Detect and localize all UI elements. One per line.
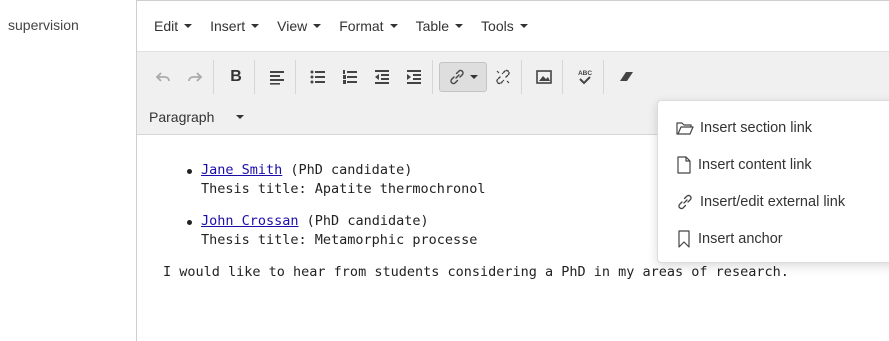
student-link[interactable]: Jane Smith — [201, 162, 282, 178]
menu-item-insert-section-link[interactable]: Insert section link — [658, 109, 889, 146]
thesis-title: Thesis title: Apatite thermochronol — [201, 181, 486, 197]
outdent-icon — [375, 70, 389, 84]
menu-format[interactable]: Format — [330, 11, 406, 41]
align-group — [259, 60, 296, 94]
menu-item-insert-external-link[interactable]: Insert/edit external link — [658, 183, 889, 220]
chevron-down-icon — [470, 75, 478, 79]
chevron-down-icon — [389, 24, 398, 28]
menu-view[interactable]: View — [268, 11, 330, 41]
menu-item-label: Insert content link — [698, 156, 812, 173]
image-button[interactable] — [528, 62, 560, 92]
indent-button[interactable] — [398, 62, 430, 92]
image-icon — [536, 70, 552, 84]
thesis-title: Thesis title: Metamorphic processe — [201, 232, 478, 248]
menu-bar: Edit Insert View Format Table Tools — [137, 1, 889, 51]
menu-edit-label: Edit — [154, 18, 179, 34]
menu-table-label: Table — [415, 18, 450, 34]
unlink-button[interactable] — [487, 62, 519, 92]
rich-text-editor: Edit Insert View Format Table Tools B AB… — [136, 0, 889, 341]
media-group — [526, 60, 563, 94]
menu-item-insert-anchor[interactable]: Insert anchor — [658, 220, 889, 257]
bold-group: B — [218, 60, 255, 94]
menu-edit[interactable]: Edit — [145, 11, 201, 41]
document-icon — [677, 155, 691, 174]
chevron-down-icon — [236, 115, 245, 119]
clear-format-group — [608, 60, 644, 94]
list-group — [300, 60, 433, 94]
link-group — [437, 60, 522, 94]
folder-icon — [676, 121, 694, 135]
menu-tools-label: Tools — [481, 18, 514, 34]
spellcheck-icon: ABC — [578, 70, 592, 85]
menu-item-label: Insert anchor — [698, 230, 783, 247]
redo-button[interactable] — [179, 62, 211, 92]
bullet-list-icon — [310, 70, 325, 84]
align-left-icon — [270, 71, 284, 85]
bookmark-icon — [678, 229, 690, 248]
chevron-down-icon — [519, 24, 528, 28]
chevron-down-icon — [313, 24, 322, 28]
undo-button[interactable] — [147, 62, 179, 92]
unlink-icon — [496, 69, 510, 85]
clear-format-button[interactable] — [610, 62, 642, 92]
menu-view-label: View — [277, 18, 308, 34]
bold-button[interactable]: B — [220, 62, 252, 92]
numbered-list-icon — [343, 70, 357, 84]
student-link[interactable]: John Crossan — [201, 213, 299, 229]
body-paragraph: I would like to hear from students consi… — [163, 264, 789, 280]
paragraph-format-label: Paragraph — [149, 109, 215, 125]
menu-table[interactable]: Table — [407, 11, 472, 41]
indent-icon — [407, 70, 421, 84]
eraser-icon — [620, 72, 633, 81]
svg-text:ABC: ABC — [578, 70, 592, 77]
link-button[interactable] — [439, 62, 487, 92]
menu-tools[interactable]: Tools — [472, 11, 537, 41]
link-icon — [450, 69, 464, 85]
chevron-down-icon — [184, 24, 193, 28]
bold-icon: B — [230, 68, 242, 85]
menu-item-label: Insert section link — [700, 119, 813, 136]
menu-insert-label: Insert — [210, 18, 246, 34]
align-left-button[interactable] — [261, 62, 293, 92]
student-role: (PhD candidate) — [282, 162, 413, 178]
link-icon — [678, 194, 692, 209]
spellcheck-button[interactable]: ABC — [569, 62, 601, 92]
bullet-list-button[interactable] — [302, 62, 334, 92]
chevron-down-icon — [251, 24, 260, 28]
menu-item-label: Insert/edit external link — [700, 193, 846, 210]
link-dropdown-menu: Insert section link Insert content link … — [657, 100, 889, 263]
outdent-button[interactable] — [366, 62, 398, 92]
field-label: supervision — [8, 17, 79, 33]
numbered-list-button[interactable] — [334, 62, 366, 92]
undo-icon — [155, 72, 170, 82]
paragraph-format-select[interactable]: Paragraph — [145, 103, 255, 131]
spellcheck-group: ABC — [567, 60, 604, 94]
chevron-down-icon — [455, 24, 464, 28]
toolbar-row: B ABC — [145, 60, 648, 94]
student-role: (PhD candidate) — [298, 213, 429, 229]
menu-insert[interactable]: Insert — [201, 11, 268, 41]
history-group — [145, 60, 214, 94]
menu-format-label: Format — [339, 18, 384, 34]
menu-item-insert-content-link[interactable]: Insert content link — [658, 146, 889, 183]
redo-icon — [188, 72, 203, 82]
